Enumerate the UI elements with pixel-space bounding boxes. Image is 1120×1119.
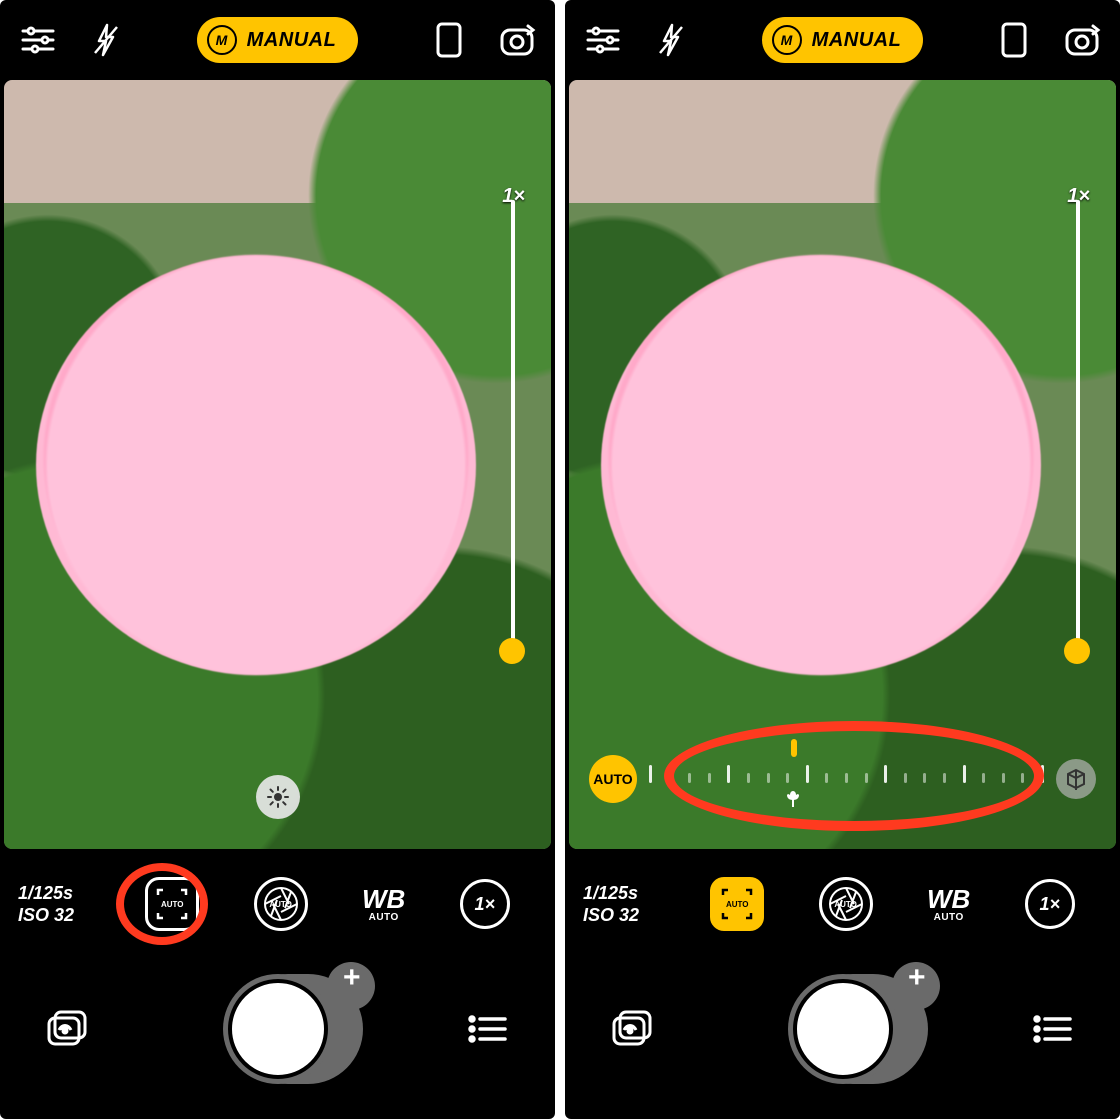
menu-list-button[interactable] <box>459 1001 515 1057</box>
brightness-button[interactable] <box>256 775 300 819</box>
shutter-group: + <box>203 969 353 1089</box>
wb-sublabel: AUTO <box>934 912 964 923</box>
settings-sliders-icon[interactable] <box>583 20 623 60</box>
zoom-control-label: 1× <box>474 894 495 915</box>
exposure-readout: 1/125s ISO 32 <box>18 882 108 927</box>
mode-label: MANUAL <box>247 29 337 52</box>
shutter-plus-icon[interactable]: + <box>343 961 361 995</box>
exposure-controls-row: 1/125s ISO 32 AUTO AUTO WB AUTO <box>0 849 555 959</box>
gallery-button[interactable] <box>605 1001 661 1057</box>
aperture-control[interactable]: AUTO <box>819 877 873 931</box>
viewfinder[interactable]: 1× <box>4 80 551 849</box>
white-balance-control[interactable]: WB AUTO <box>362 886 405 923</box>
gallery-button[interactable] <box>40 1001 96 1057</box>
macro-tulip-icon <box>783 789 803 809</box>
shutter-plus-icon[interactable]: + <box>908 961 926 995</box>
white-balance-control[interactable]: WB AUTO <box>927 886 970 923</box>
phone-right: M MANUAL 1× AUTO <box>565 0 1120 1119</box>
zoom-control-label: 1× <box>1039 894 1060 915</box>
wb-label: WB <box>927 886 970 912</box>
mode-badge: M <box>207 25 237 55</box>
iso-value: ISO 32 <box>583 904 673 927</box>
wb-label: WB <box>362 886 405 912</box>
exposure-readout: 1/125s ISO 32 <box>583 882 673 927</box>
viewfinder[interactable]: 1× AUTO <box>569 80 1116 849</box>
zoom-slider-rail[interactable] <box>511 200 515 649</box>
aperture-control[interactable]: AUTO <box>254 877 308 931</box>
live-preview <box>4 80 551 849</box>
focus-control[interactable]: AUTO <box>710 877 764 931</box>
aperture-control-label: AUTO <box>269 900 292 909</box>
phone-left: M MANUAL 1× <box>0 0 555 1119</box>
focus-slider-marker[interactable] <box>791 739 797 757</box>
focus-control-label: AUTO <box>159 900 186 909</box>
menu-list-button[interactable] <box>1024 1001 1080 1057</box>
aspect-ratio-icon[interactable] <box>429 20 469 60</box>
focus-peaking-button[interactable] <box>1056 759 1096 799</box>
shutter-button[interactable] <box>793 979 893 1079</box>
live-preview <box>569 80 1116 849</box>
focus-control[interactable]: AUTO <box>145 877 199 931</box>
zoom-slider-handle[interactable] <box>1064 638 1090 664</box>
focus-auto-chip[interactable]: AUTO <box>589 755 637 803</box>
mode-badge: M <box>772 25 802 55</box>
flash-off-icon[interactable] <box>86 20 126 60</box>
zoom-control[interactable]: 1× <box>1025 879 1075 929</box>
zoom-slider-rail[interactable] <box>1076 200 1080 649</box>
iso-value: ISO 32 <box>18 904 108 927</box>
camera-switch-icon[interactable] <box>497 20 537 60</box>
exposure-controls-row: 1/125s ISO 32 AUTO AUTO WB AUTO <box>565 849 1120 959</box>
shutter-group: + <box>768 969 918 1089</box>
aperture-control-label: AUTO <box>834 900 857 909</box>
aspect-ratio-icon[interactable] <box>994 20 1034 60</box>
zoom-control[interactable]: 1× <box>460 879 510 929</box>
flash-off-icon[interactable] <box>651 20 691 60</box>
focus-slider[interactable] <box>649 749 1044 809</box>
mode-button[interactable]: M MANUAL <box>197 17 359 63</box>
shutter-bar: + <box>565 959 1120 1119</box>
focus-control-label: AUTO <box>724 900 751 909</box>
shutter-button[interactable] <box>228 979 328 1079</box>
top-toolbar: M MANUAL <box>0 0 555 80</box>
mode-button[interactable]: M MANUAL <box>762 17 924 63</box>
camera-switch-icon[interactable] <box>1062 20 1102 60</box>
focus-slider-ticks <box>649 765 1044 783</box>
shutter-speed-value: 1/125s <box>18 882 108 905</box>
settings-sliders-icon[interactable] <box>18 20 58 60</box>
focus-slider-panel: AUTO <box>589 749 1096 809</box>
mode-label: MANUAL <box>812 29 902 52</box>
zoom-slider-handle[interactable] <box>499 638 525 664</box>
shutter-bar: + <box>0 959 555 1119</box>
top-toolbar: M MANUAL <box>565 0 1120 80</box>
shutter-speed-value: 1/125s <box>583 882 673 905</box>
wb-sublabel: AUTO <box>369 912 399 923</box>
